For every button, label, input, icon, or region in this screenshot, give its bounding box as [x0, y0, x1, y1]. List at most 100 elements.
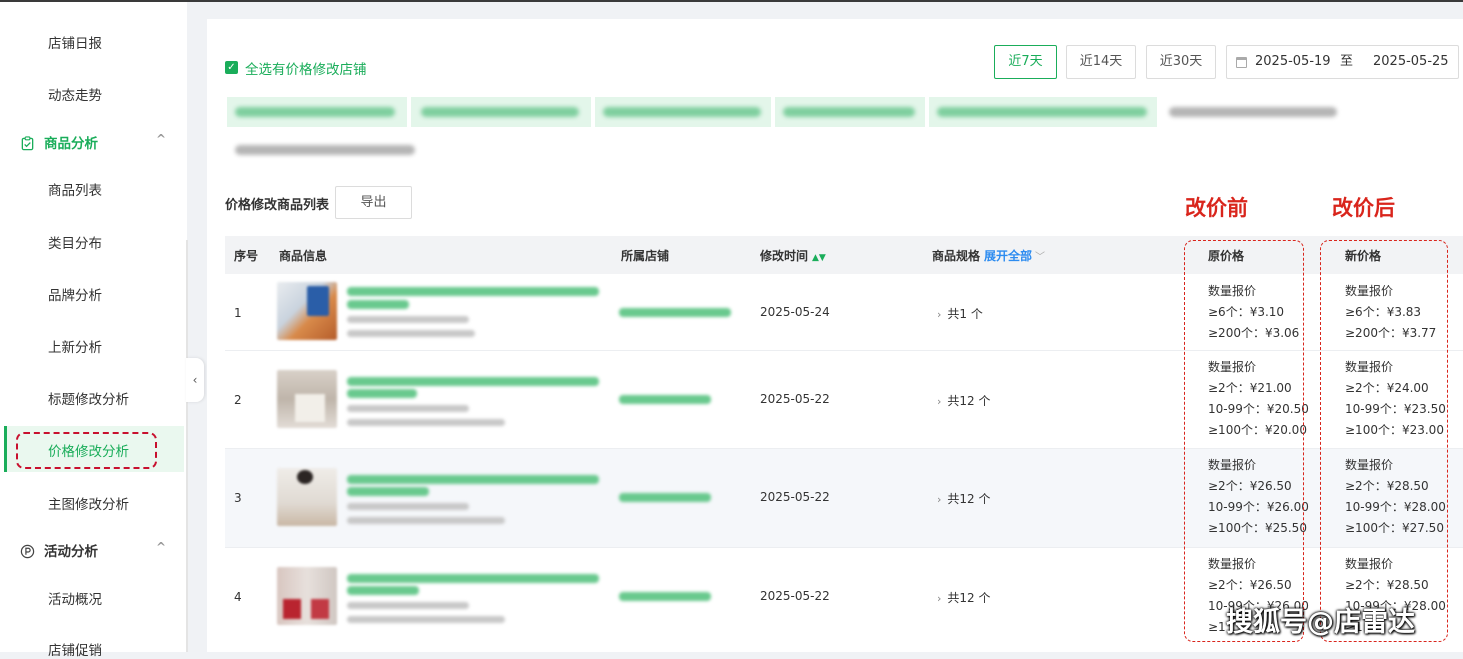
product-title-redacted[interactable] [347, 389, 417, 398]
chevron-right-icon: › [937, 308, 942, 321]
collapse-sidebar-button[interactable]: ‹ [186, 358, 204, 402]
col-spec-label: 商品规格 [932, 249, 981, 263]
clipboard-icon [21, 136, 34, 151]
expand-all-link[interactable]: 展开全部 ﹀ [984, 249, 1045, 263]
sidebar-group-product-analysis[interactable]: 商品分析 ^ [20, 132, 166, 152]
modified-date: 2025-05-22 [760, 392, 830, 406]
spec-toggle[interactable]: › 共12 个 [937, 490, 991, 507]
select-all-label[interactable]: 全选有价格修改店铺 [245, 58, 367, 78]
chevron-down-icon: ﹀ [1035, 252, 1046, 263]
new-price-annotation-box [1320, 240, 1448, 642]
spec-toggle[interactable]: › 共12 个 [937, 589, 991, 606]
product-meta-redacted [347, 419, 505, 426]
old-price-annotation-box [1184, 240, 1304, 642]
chevron-right-icon: › [937, 493, 942, 506]
store-filter-chip[interactable] [775, 97, 925, 127]
sidebar-group-activity-analysis[interactable]: 活动分析 ^ [20, 540, 166, 560]
product-meta-redacted [347, 602, 469, 609]
watermark: 搜狐号@店雷达 [1226, 607, 1415, 638]
store-filter-chip[interactable] [595, 97, 771, 127]
product-title-redacted[interactable] [347, 586, 419, 595]
product-meta-redacted [347, 330, 475, 337]
sidebar-item-product-list[interactable]: 商品列表 [48, 179, 102, 199]
row-index: 3 [234, 491, 242, 505]
store-link-redacted[interactable] [619, 308, 731, 317]
chevron-right-icon: › [937, 395, 942, 408]
product-meta-redacted [347, 616, 505, 623]
spec-count: 共1 个 [947, 307, 983, 321]
store-filter-chip[interactable] [411, 97, 591, 127]
calendar-icon [1236, 57, 1247, 68]
store-filter-chip[interactable] [1161, 97, 1341, 127]
spec-count: 共12 个 [947, 492, 991, 506]
store-link-redacted[interactable] [619, 592, 711, 601]
export-button[interactable]: 导出 [335, 186, 412, 219]
store-link-redacted[interactable] [619, 395, 711, 404]
spec-count: 共12 个 [947, 394, 991, 408]
col-product: 商品信息 [279, 249, 328, 263]
modified-date: 2025-05-24 [760, 305, 830, 319]
col-modified-label: 修改时间 [760, 249, 809, 263]
range-7-days-button[interactable]: 近7天 [994, 45, 1057, 79]
store-link-redacted[interactable] [619, 493, 711, 502]
date-separator: 至 [1340, 54, 1354, 69]
product-meta-redacted [347, 503, 469, 510]
sidebar-group-label: 商品分析 [44, 136, 98, 152]
chevron-up-icon: ^ [156, 132, 167, 146]
chevron-right-icon: › [937, 592, 942, 605]
product-title-redacted[interactable] [347, 475, 599, 484]
store-filter-chip[interactable] [227, 135, 427, 165]
chevron-up-icon: ^ [156, 540, 167, 554]
sidebar-item-brand[interactable]: 品牌分析 [48, 284, 102, 304]
product-thumbnail[interactable] [277, 468, 337, 526]
p-circle-icon [20, 544, 35, 559]
sidebar-item-price-changes[interactable]: 价格修改分析 [48, 440, 129, 460]
modified-date: 2025-05-22 [760, 490, 830, 504]
expand-all-label: 展开全部 [984, 249, 1033, 263]
date-start: 2025-05-19 [1255, 54, 1331, 69]
product-title-redacted[interactable] [347, 300, 409, 309]
sidebar-item-activity-overview[interactable]: 活动概况 [48, 588, 102, 608]
product-thumbnail[interactable] [277, 567, 337, 625]
product-title-redacted[interactable] [347, 377, 599, 386]
spec-toggle[interactable]: › 共1 个 [937, 305, 983, 322]
product-meta-redacted [347, 405, 469, 412]
col-index: 序号 [234, 249, 259, 263]
date-end: 2025-05-25 [1373, 54, 1449, 69]
sidebar-item-new-arrivals[interactable]: 上新分析 [48, 336, 102, 356]
product-title-redacted[interactable] [347, 287, 599, 296]
sidebar-divider [186, 240, 188, 652]
product-title-redacted[interactable] [347, 487, 429, 496]
row-index: 1 [234, 306, 242, 320]
store-filter-chip[interactable] [929, 97, 1157, 127]
date-range-picker[interactable]: 2025-05-19 至 2025-05-25 [1226, 45, 1459, 79]
product-thumbnail[interactable] [277, 282, 337, 340]
row-index: 2 [234, 393, 242, 407]
spec-toggle[interactable]: › 共12 个 [937, 392, 991, 409]
sidebar-group-label: 活动分析 [44, 544, 98, 560]
product-meta-redacted [347, 316, 469, 323]
product-meta-redacted [347, 517, 505, 524]
sort-icon[interactable]: ▲▼ [812, 253, 826, 263]
product-thumbnail[interactable] [277, 370, 337, 428]
sidebar-item-store-promotions[interactable]: 店铺促销 [48, 639, 102, 659]
before-price-annotation: 改价前 [1185, 196, 1248, 220]
sidebar-item-title-changes[interactable]: 标题修改分析 [48, 388, 129, 408]
range-30-days-button[interactable]: 近30天 [1146, 45, 1216, 79]
store-filter-chip[interactable] [227, 97, 407, 127]
sidebar-item-trend[interactable]: 动态走势 [48, 84, 102, 104]
sidebar-item-category[interactable]: 类目分布 [48, 232, 102, 252]
col-spec: 商品规格 展开全部 ﹀ [932, 247, 1045, 264]
sidebar-item-store-daily[interactable]: 店铺日报 [48, 32, 102, 52]
spec-count: 共12 个 [947, 591, 991, 605]
col-modified-time[interactable]: 修改时间 ▲▼ [760, 247, 826, 264]
sidebar: 店铺日报 动态走势 商品分析 ^ 商品列表 类目分布 品牌分析 上新分析 标题修… [0, 2, 187, 659]
after-price-annotation: 改价后 [1332, 196, 1395, 220]
list-title: 价格修改商品列表 [225, 198, 330, 213]
window-top-border [0, 0, 1463, 2]
range-14-days-button[interactable]: 近14天 [1066, 45, 1136, 79]
select-all-checkbox[interactable]: ✓ [225, 61, 238, 74]
main-panel: ✓ 全选有价格修改店铺 近7天 近14天 近30天 2025-05-19 至 2… [207, 19, 1463, 652]
product-title-redacted[interactable] [347, 574, 599, 583]
sidebar-item-image-changes[interactable]: 主图修改分析 [48, 493, 129, 513]
